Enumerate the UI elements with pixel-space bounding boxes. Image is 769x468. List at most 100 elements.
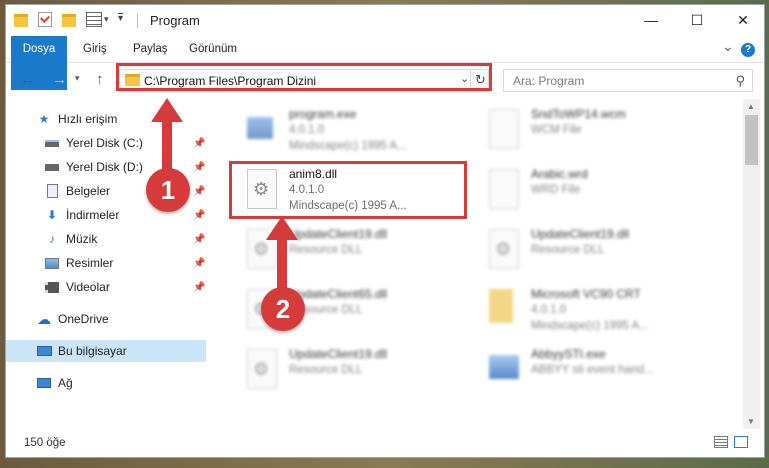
drive-icon: [44, 136, 60, 150]
file-name: UpdateClient19.dll: [531, 227, 630, 241]
help-icon[interactable]: ?: [741, 43, 755, 57]
details-view-icon[interactable]: [714, 436, 728, 448]
file-detail: Mindscape(c) 1995 A...: [531, 320, 649, 332]
pin-icon[interactable]: 📌: [193, 282, 205, 293]
sidebar-item-label: Ağ: [58, 376, 73, 390]
list-item[interactable]: ⚙ UpdateClient19.dll Resource DLL: [481, 225, 701, 279]
file-highlight-box: [229, 161, 467, 219]
file-name: Arabic.wrd: [531, 167, 588, 181]
sidebar-item-label: OneDrive: [58, 312, 109, 326]
cloud-icon: ☁: [37, 310, 51, 327]
pin-icon[interactable]: 📌: [193, 186, 205, 197]
pin-icon[interactable]: 📌: [193, 234, 205, 245]
documents-icon: [44, 184, 60, 198]
list-item[interactable]: SndToWP14.wcm WCM File: [481, 105, 701, 159]
list-item[interactable]: AbbyySTI.exe ABBYY sti event hand...: [481, 345, 701, 399]
title-divider: [137, 13, 138, 28]
gear-icon: ⚙: [253, 239, 270, 259]
folder-icon: [489, 289, 513, 323]
recent-locations-icon[interactable]: ▾: [75, 73, 80, 84]
list-item[interactable]: program.exe 4.0.1.0 Mindscape(c) 1995 A.…: [239, 105, 459, 159]
sidebar-item-disk-c[interactable]: Yerel Disk (C:) 📌: [6, 132, 206, 154]
new-folder-icon[interactable]: [62, 14, 76, 27]
step-badge-1: 1: [146, 168, 190, 212]
dll-file-icon: ⚙: [247, 229, 277, 269]
expand-ribbon-icon[interactable]: ⌄: [722, 38, 734, 55]
sidebar-item-label: Yerel Disk (D:): [66, 160, 143, 174]
file-name: UpdateClient65.dll: [289, 287, 388, 301]
large-icons-view-icon[interactable]: [734, 436, 748, 448]
list-item[interactable]: Microsoft VC90 CRT 4.0.1.0 Mindscape(c) …: [481, 285, 701, 339]
file-detail: WCM File: [531, 124, 582, 136]
up-arrow-icon[interactable]: ↑: [96, 71, 104, 88]
navigation-pane: ★ Hızlı erişim Yerel Disk (C:) 📌 Yerel D…: [6, 99, 209, 429]
file-detail: 4.0.1.0: [289, 124, 325, 136]
sidebar-item-label: Resimler: [66, 256, 114, 270]
folder-icon: [14, 14, 28, 27]
tab-home[interactable]: Giriş: [70, 36, 120, 63]
close-button[interactable]: ✕: [720, 5, 766, 35]
sidebar-item-label: Yerel Disk (C:): [66, 136, 143, 150]
sidebar-item-music[interactable]: ♪ Müzik 📌: [6, 228, 206, 250]
list-item[interactable]: ⚙ UpdateClient19.dll Resource DLL: [239, 345, 459, 399]
file-name: AbbyySTI.exe: [531, 347, 606, 361]
sidebar-item-label: Belgeler: [66, 184, 111, 198]
dll-file-icon: ⚙: [489, 229, 519, 269]
address-highlight-box: [116, 63, 492, 91]
file-name: Microsoft VC90 CRT: [531, 287, 641, 301]
back-arrow-icon[interactable]: ←: [20, 71, 35, 88]
search-placeholder: Ara: Program: [513, 74, 585, 88]
file-detail: ABBYY sti event hand...: [531, 364, 654, 376]
scrollbar-thumb[interactable]: [745, 115, 758, 165]
sidebar-item-label: Bu bilgisayar: [58, 344, 127, 358]
list-item[interactable]: ⚙ UpdateClient19.dll Resource DLL: [239, 225, 459, 279]
file-detail: Resource DLL: [531, 244, 605, 256]
properties-icon[interactable]: [38, 12, 52, 27]
dll-file-icon: ⚙: [247, 349, 277, 389]
step-badge-2: 2: [261, 287, 305, 331]
computer-icon: [36, 344, 52, 358]
maximize-button[interactable]: ☐: [674, 5, 720, 35]
item-count: 150 öğe: [24, 437, 66, 449]
exe-file-icon: [489, 355, 519, 379]
sidebar-item-network[interactable]: Ağ: [6, 372, 206, 394]
video-icon: [44, 280, 60, 294]
file-name: UpdateClient19.dll: [289, 347, 388, 361]
file-detail: Resource DLL: [289, 244, 363, 256]
pin-icon[interactable]: 📌: [193, 210, 205, 221]
sidebar-item-onedrive[interactable]: ☁ OneDrive: [6, 308, 206, 330]
customize-toolbar-icon[interactable]: ▾: [118, 13, 124, 24]
network-icon: [36, 376, 52, 390]
gear-icon: ⚙: [253, 359, 270, 379]
pin-icon[interactable]: 📌: [193, 138, 205, 149]
list-item[interactable]: Arabic.wrd WRD File: [481, 165, 701, 219]
status-bar: 150 öğe: [6, 429, 764, 457]
tab-share[interactable]: Paylaş: [120, 36, 181, 63]
window-title: Program: [150, 13, 200, 28]
search-input[interactable]: Ara: Program ⚲: [503, 69, 753, 92]
sidebar-item-label: Hızlı erişim: [58, 112, 118, 126]
file-list: program.exe 4.0.1.0 Mindscape(c) 1995 A.…: [213, 99, 743, 429]
ribbon-tabs: Dosya Giriş Paylaş Görünüm ⌄ ?: [6, 36, 764, 90]
file-detail: Mindscape(c) 1995 A...: [289, 140, 407, 152]
vertical-scrollbar[interactable]: ▲ ▼: [743, 99, 760, 429]
file-name: SndToWP14.wcm: [531, 107, 626, 121]
pin-icon[interactable]: 📌: [193, 162, 205, 173]
file-icon: [489, 169, 519, 209]
music-icon: ♪: [49, 232, 55, 246]
scroll-up-icon[interactable]: ▲: [747, 102, 755, 111]
sidebar-item-pictures[interactable]: Resimler 📌: [6, 252, 206, 274]
star-icon: ★: [38, 112, 50, 126]
exe-file-icon: [247, 117, 273, 139]
view-options-icon[interactable]: [86, 12, 102, 27]
sidebar-item-quick-access[interactable]: ★ Hızlı erişim: [6, 108, 206, 130]
minimize-button[interactable]: —: [628, 5, 674, 35]
scroll-down-icon[interactable]: ▼: [747, 417, 755, 426]
pin-icon[interactable]: 📌: [193, 258, 205, 269]
tab-view[interactable]: Görünüm: [176, 36, 250, 63]
download-icon: ⬇: [46, 208, 58, 222]
sidebar-item-videos[interactable]: Videolar 📌: [6, 276, 206, 298]
forward-arrow-icon[interactable]: →: [52, 71, 67, 88]
sidebar-item-this-pc[interactable]: Bu bilgisayar: [6, 340, 206, 362]
chevron-down-icon[interactable]: ▾: [104, 14, 109, 25]
